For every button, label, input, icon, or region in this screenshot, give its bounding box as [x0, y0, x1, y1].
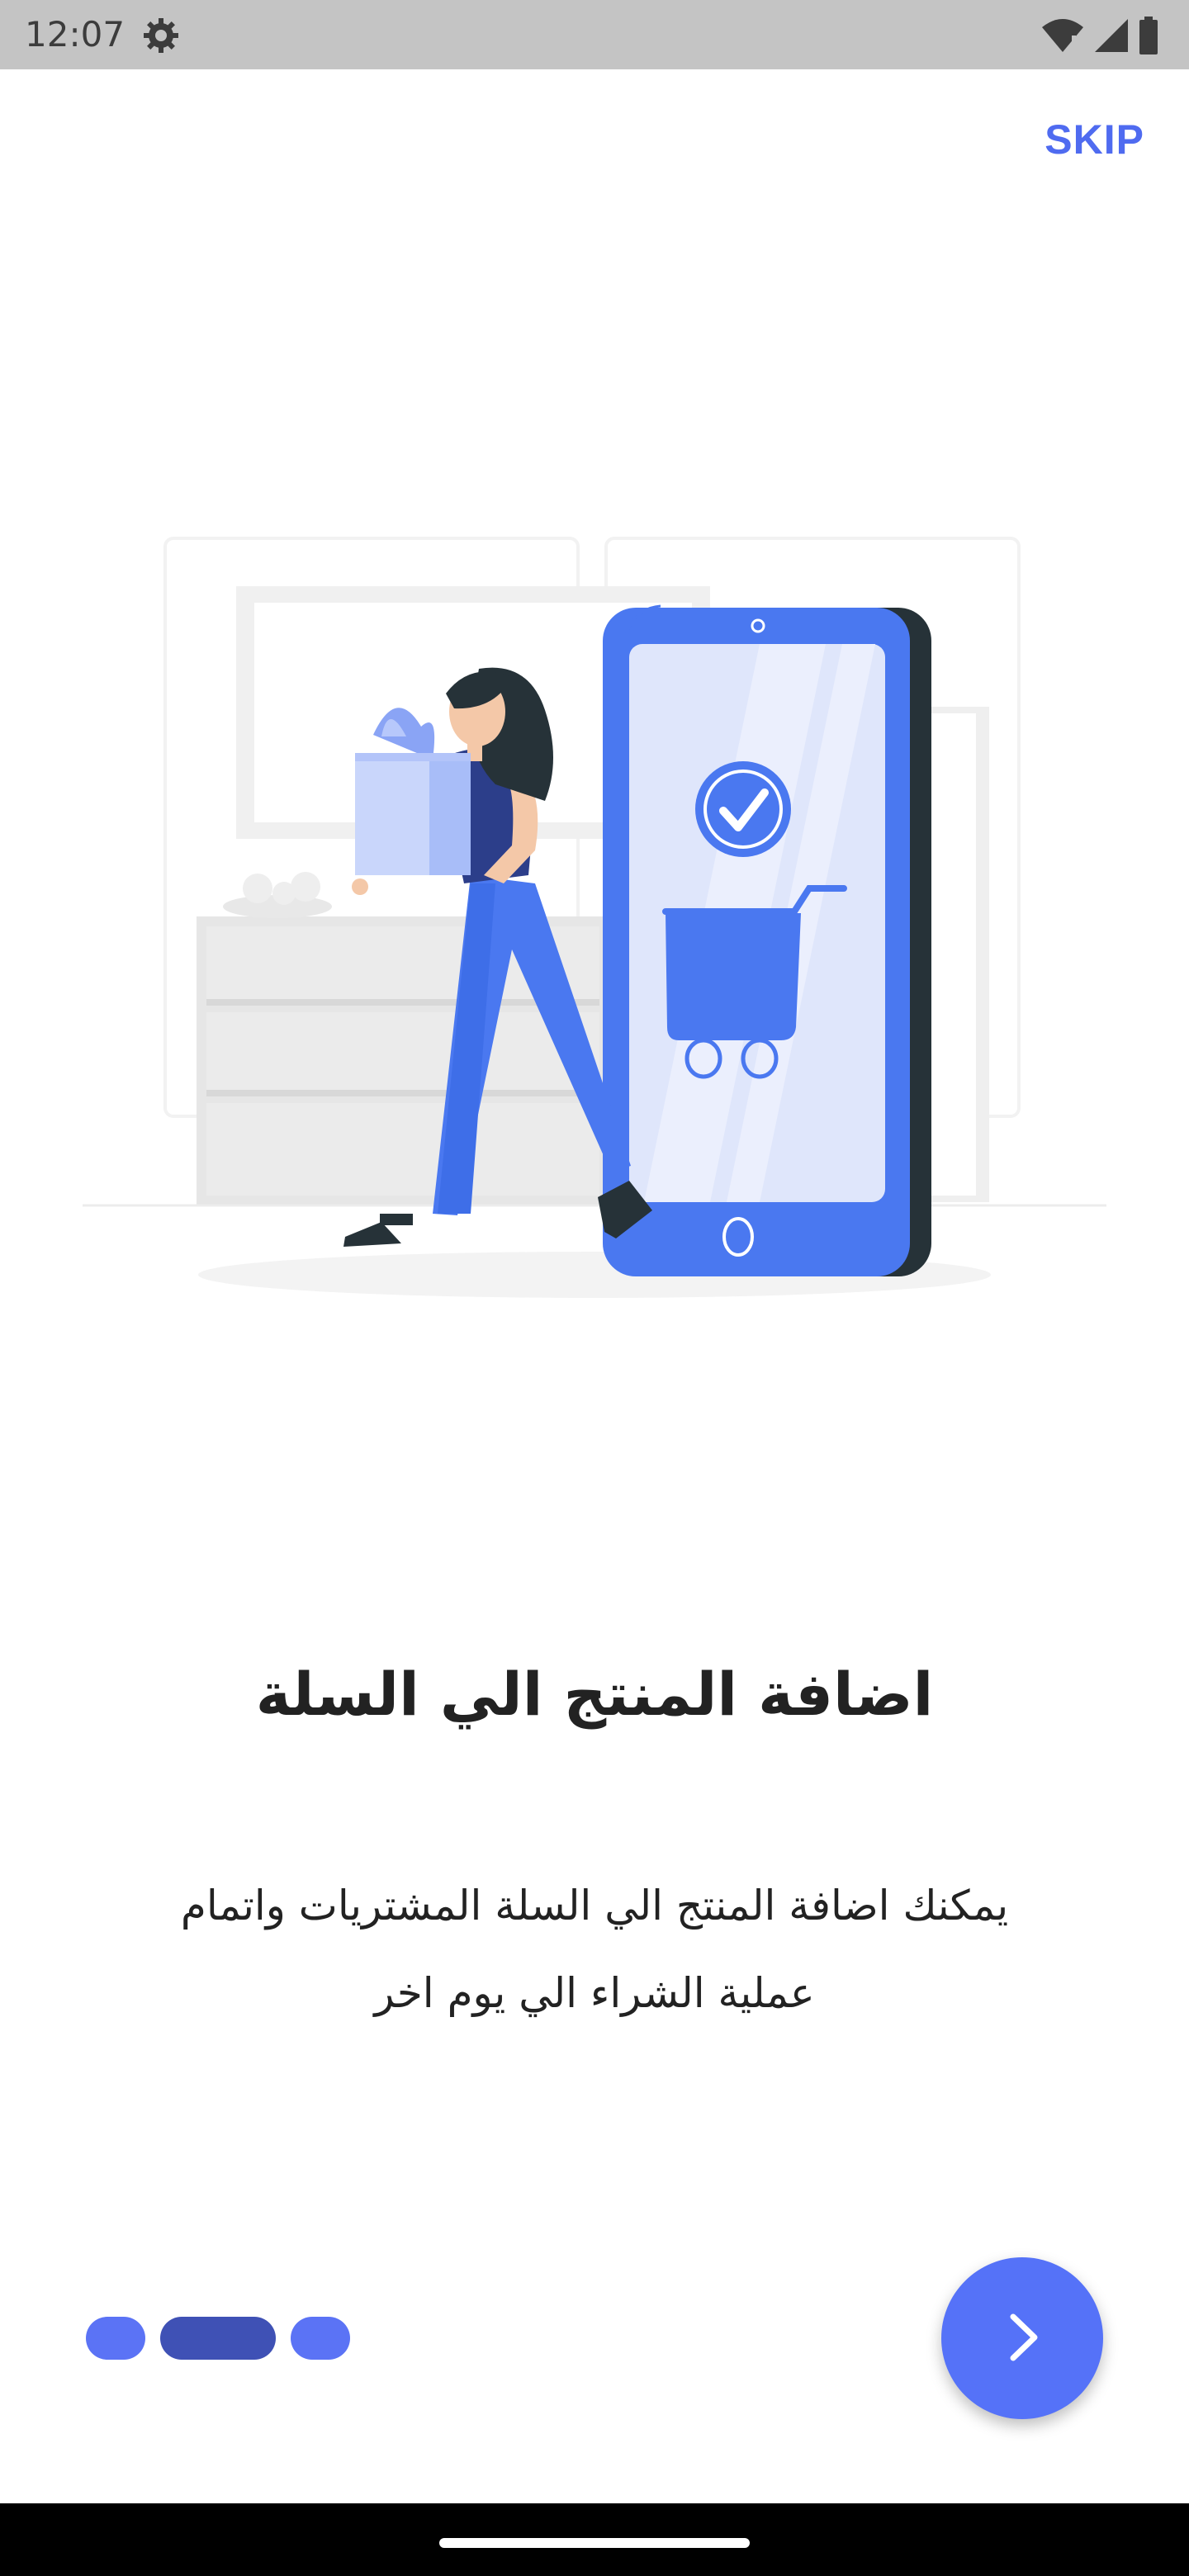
onboarding-description: يمكنك اضافة المنتج الي السلة المشتريات و…	[116, 1862, 1073, 2037]
onboarding-title: اضافة المنتج الي السلة	[255, 1660, 934, 1729]
onboarding-illustration	[83, 520, 1106, 1313]
next-button[interactable]	[941, 2257, 1103, 2419]
page-dot-1[interactable]	[86, 2317, 145, 2360]
home-indicator[interactable]	[439, 2538, 750, 2548]
page-indicator	[86, 2317, 350, 2360]
signal-icon	[1093, 17, 1130, 54]
status-bar: 12:07	[0, 0, 1189, 69]
page-dot-2-active[interactable]	[160, 2317, 276, 2360]
status-time: 12:07	[25, 14, 126, 54]
page-dot-3[interactable]	[291, 2317, 350, 2360]
status-icons	[1040, 15, 1159, 56]
chevron-right-icon	[993, 2308, 1051, 2369]
skip-button[interactable]: SKIP	[1045, 116, 1144, 163]
description-line-1: يمكنك اضافة المنتج الي السلة المشتريات و…	[180, 1882, 1009, 1930]
description-line-2: عملية الشراء الي يوم اخر	[374, 1969, 815, 2017]
settings-icon	[140, 15, 182, 56]
wifi-icon	[1040, 17, 1085, 54]
battery-icon	[1138, 17, 1159, 54]
